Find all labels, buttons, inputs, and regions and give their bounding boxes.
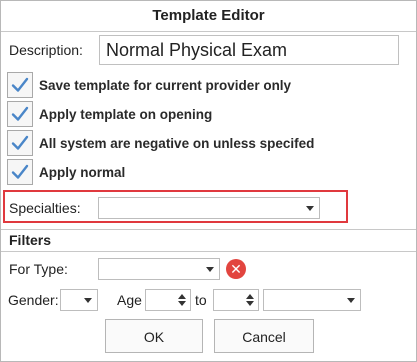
option-label: Apply normal <box>39 164 126 180</box>
option-label: Save template for current provider only <box>39 77 292 93</box>
clear-icon[interactable]: ✕ <box>226 259 246 279</box>
age-unit-dropdown[interactable] <box>263 289 361 311</box>
age-to-spinner[interactable] <box>213 289 259 311</box>
cancel-button[interactable]: Cancel <box>214 319 314 353</box>
specialties-label: Specialties: <box>9 200 81 216</box>
description-input[interactable] <box>99 35 399 65</box>
spin-up-icon[interactable] <box>246 294 254 299</box>
option-save-for-provider[interactable]: Save template for current provider only <box>7 72 291 98</box>
option-label: All system are negative on unless specif… <box>39 135 315 151</box>
option-apply-on-opening[interactable]: Apply template on opening <box>7 101 212 127</box>
ok-button[interactable]: OK <box>105 319 203 353</box>
age-to-label: to <box>195 292 207 308</box>
option-label: Apply template on opening <box>39 106 213 122</box>
age-label: Age <box>117 292 142 308</box>
description-label: Description: <box>9 42 83 58</box>
template-editor-dialog: Template Editor Description: Save templa… <box>0 0 417 362</box>
chevron-down-icon <box>84 298 92 303</box>
apply-normal-checkbox[interactable] <box>7 159 33 185</box>
option-apply-normal[interactable]: Apply normal <box>7 159 125 185</box>
dialog-title: Template Editor <box>152 7 265 24</box>
spin-down-icon[interactable] <box>178 301 186 306</box>
save-for-provider-checkbox[interactable] <box>7 72 33 98</box>
gender-dropdown[interactable] <box>60 289 98 311</box>
chevron-down-icon <box>347 298 355 303</box>
all-negative-checkbox[interactable] <box>7 130 33 156</box>
chevron-down-icon <box>306 206 314 211</box>
apply-on-opening-checkbox[interactable] <box>7 101 33 127</box>
for-type-dropdown[interactable] <box>98 258 220 280</box>
checkmark-icon <box>11 77 29 92</box>
checkmark-icon <box>11 135 29 150</box>
option-all-negative[interactable]: All system are negative on unless specif… <box>7 130 314 156</box>
filters-top-divider <box>1 229 416 230</box>
for-type-label: For Type: <box>9 261 68 277</box>
filters-divider <box>1 251 416 252</box>
spin-up-icon[interactable] <box>178 294 186 299</box>
specialties-dropdown[interactable] <box>98 197 320 219</box>
title-divider <box>1 31 416 32</box>
filters-heading: Filters <box>9 232 52 248</box>
chevron-down-icon <box>206 267 214 272</box>
checkmark-icon <box>11 164 29 179</box>
checkmark-icon <box>11 106 29 121</box>
gender-label: Gender: <box>8 292 59 308</box>
spin-down-icon[interactable] <box>246 301 254 306</box>
age-from-spinner[interactable] <box>145 289 191 311</box>
